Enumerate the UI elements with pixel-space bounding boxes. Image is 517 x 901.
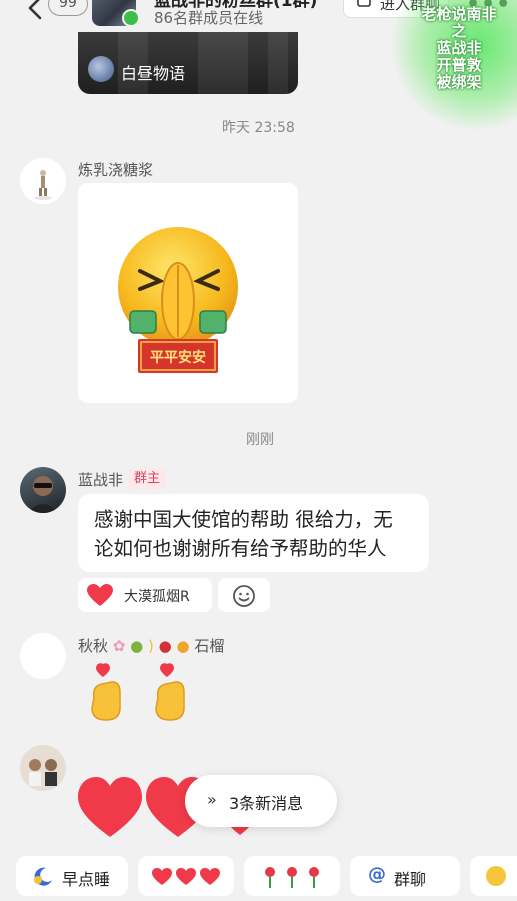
quick-reply-early-sleep[interactable]: 早点睡 [16,856,128,896]
reaction-chip[interactable]: 大漠孤烟R [78,578,212,612]
new-messages-label: 3条新消息 [229,794,304,813]
sender-name[interactable]: 蓝战非 [78,469,123,490]
add-reaction-button[interactable] [218,578,270,612]
heart-icon [87,584,113,606]
shared-video-card[interactable]: 白昼物语 [78,32,298,94]
at-icon: @ [368,864,386,885]
quick-reply-label: 群聊 [394,870,427,889]
video-thumbnail-detail [268,32,288,94]
quick-reply-bar: 早点睡 @ 群聊 [0,846,517,901]
message-line: 论如何也谢谢所有给予帮助的华人 [94,537,387,560]
video-thumbnail-detail [198,32,248,94]
quick-reply-label: 早点睡 [62,870,111,889]
message-line: 感谢中国大使馆的帮助 很给力，无 [94,508,393,531]
timestamp: 昨天 23:58 [222,120,295,136]
three-hearts-icon [152,868,220,885]
person-avatar-icon [28,476,58,513]
channel-logo-icon [88,56,114,82]
back-arrow-icon[interactable] [22,0,50,22]
watermark-line: 老枪说南非 [421,5,497,23]
double-chevron-down-icon: » [207,790,217,809]
unread-count-badge[interactable]: 99 [48,0,88,16]
message-bubble[interactable]: 感谢中国大使馆的帮助 很给力，无 论如何也谢谢所有给予帮助的华人 [78,494,429,572]
group-owner-badge: 群主 [128,469,167,489]
chat-screen: 99 蓝战非的粉丝群(1群) 86名群成员在线 进入群聊 ••• 白昼物语 昨天… [0,0,517,901]
quick-reply-hearts[interactable] [138,856,234,896]
sender-name-suffix: 石榴 [194,637,225,655]
online-member-count: 86名群成员在线 [154,9,264,27]
mango-emoji-icon: ● [176,637,190,655]
sticker-message[interactable]: 平平安安 [78,183,298,403]
watermark-line: 之 [451,22,467,40]
sticker-caption: 平平安安 [150,350,206,366]
watermark-line: 蓝战非 [436,39,482,57]
online-status-icon [122,9,140,27]
figure-avatar-icon [34,170,52,200]
message-text: 感谢中国大使馆的帮助 很给力，无 论如何也谢谢所有给予帮助的华人 [94,505,419,563]
quick-reply-roses[interactable] [244,856,340,896]
sender-name-text: 秋秋 [78,637,109,655]
avatar[interactable] [20,467,66,513]
watermark-line: 被绑架 [436,73,482,91]
flower-emoji-icon: ✿ [112,637,126,655]
enter-icon [357,0,371,7]
praying-emoji-sticker [118,227,238,373]
video-source-name: 白昼物语 [121,64,186,83]
smiley-icon [233,585,255,607]
sender-name[interactable]: 秋秋 ✿ ● ) ● ● 石榴 [78,635,224,656]
avatar[interactable] [20,158,66,204]
group-photo-avatar-icon [29,759,57,786]
new-messages-button[interactable]: » 3条新消息 [185,775,337,827]
finger-heart-icon [91,663,185,721]
finger-heart-emoji-message[interactable] [86,658,206,732]
reaction-user-name: 大漠孤烟R [124,589,190,605]
watermark-text: 老枪说南非 之 蓝战非 开普敦 被绑架 [412,6,506,91]
quick-reply-mention-group[interactable]: @ 群聊 [350,856,460,896]
avatar[interactable] [20,745,66,791]
kiwi-emoji-icon: ● [130,637,144,655]
cherry-emoji-icon: ● [158,637,172,655]
quick-reply-more[interactable] [470,856,517,896]
watermark-line: 开普敦 [436,56,482,74]
emoji-icon [486,866,506,886]
moon-icon [34,867,52,886]
banana-emoji-icon: ) [148,637,154,655]
sender-name[interactable]: 炼乳浇糖浆 [78,159,153,180]
roses-icon [265,867,319,888]
avatar[interactable] [20,633,66,679]
timestamp: 刚刚 [246,432,274,448]
